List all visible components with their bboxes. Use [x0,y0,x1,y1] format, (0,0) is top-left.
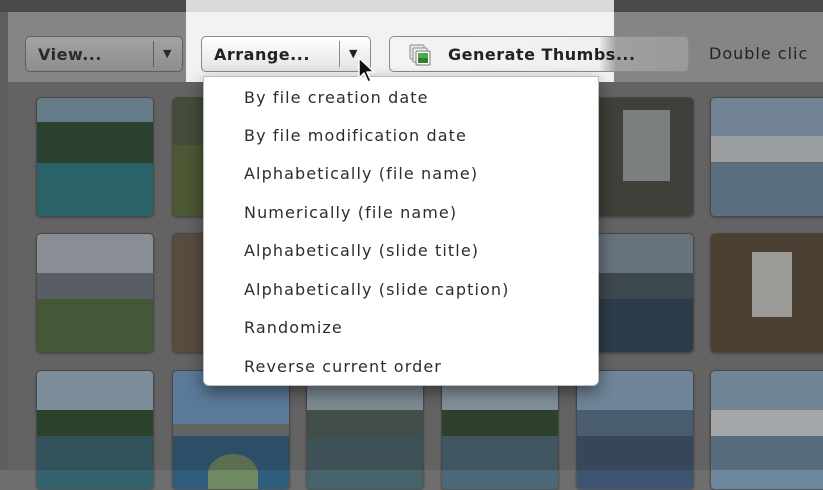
generate-thumbs-label: Generate Thumbs... [448,44,636,64]
menu-item-randomize[interactable]: Randomize [244,313,343,343]
thumbnail[interactable] [36,233,154,353]
menu-item-numeric-file-name[interactable]: Numerically (file name) [244,198,457,228]
chevron-down-icon[interactable]: ▼ [163,47,172,60]
menu-item-by-modification-date[interactable]: By file modification date [244,121,467,151]
thumbnail[interactable] [36,97,154,217]
arrange-menu: By file creation date By file modificati… [203,76,599,386]
menu-item-reverse-order[interactable]: Reverse current order [244,352,442,382]
thumbnail[interactable] [36,370,154,490]
view-button-label: View... [38,44,102,64]
thumbnail[interactable] [710,233,823,353]
menu-item-alpha-file-name[interactable]: Alphabetically (file name) [244,159,478,189]
thumbnail[interactable] [576,370,694,490]
double-click-hint: Double clic [709,44,809,63]
image-stack-icon [408,43,432,67]
menu-item-alpha-slide-title[interactable]: Alphabetically (slide title) [244,236,479,266]
mouse-pointer-icon [357,56,377,86]
thumbnail[interactable] [441,370,559,490]
view-button[interactable]: View... ▼ [25,36,183,72]
window-top-edge-highlight [186,0,614,12]
menu-item-by-creation-date[interactable]: By file creation date [244,83,429,113]
thumbnail[interactable] [306,370,424,490]
arrange-button-label: Arrange... [214,44,310,64]
thumbnail[interactable] [172,370,290,490]
thumbnail[interactable] [710,370,823,490]
arrange-button[interactable]: Arrange... ▼ [201,36,371,72]
generate-thumbs-button[interactable]: Generate Thumbs... [389,36,689,72]
menu-item-alpha-slide-caption[interactable]: Alphabetically (slide caption) [244,275,509,305]
thumbnail[interactable] [710,97,823,217]
window-left-edge [0,12,8,470]
